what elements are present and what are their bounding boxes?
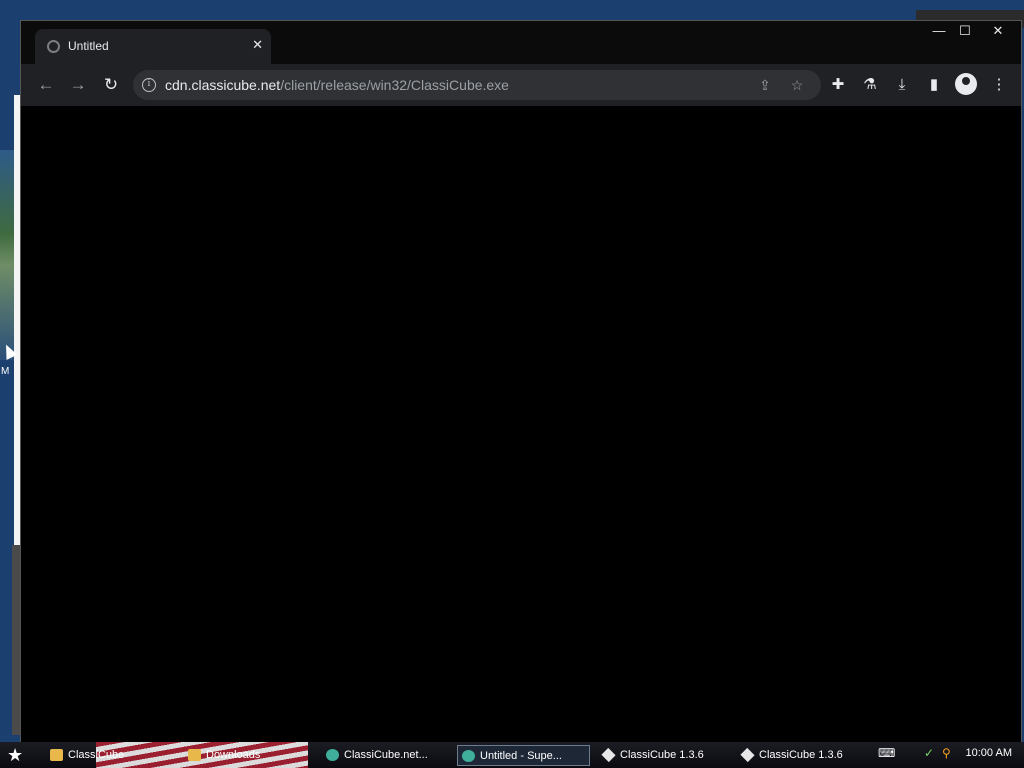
url-text[interactable]: cdn.classicube.net/client/release/win32/… (165, 77, 509, 93)
taskbar-item-label: Downloads (206, 749, 261, 761)
tab-title: Untitled (68, 39, 109, 53)
clock[interactable]: 10:00 AM (966, 747, 1012, 759)
network-icon[interactable]: ✓ (924, 746, 934, 760)
taskbar-item-classicube-game-2[interactable]: ClassiCube 1.3.6 (737, 745, 869, 766)
page-content (21, 106, 1021, 743)
taskbar-item-untitled-browser[interactable]: Untitled - Supe... (457, 745, 590, 766)
tab-strip: Untitled ✕ — ☐ ✕ (21, 21, 1021, 64)
taskbar-item-label: ClassiCube 1.3.6 (759, 749, 843, 761)
extensions-icon[interactable]: ✚ (826, 73, 850, 97)
start-button[interactable]: ★ (7, 745, 23, 766)
close-window-button[interactable]: ✕ (982, 21, 1014, 43)
taskbar-item-classicube-net[interactable]: ClassiCube.net... (322, 745, 452, 766)
search-icon[interactable]: ⚲ (942, 746, 951, 760)
taskbar-item-label: Untitled - Supe... (480, 750, 562, 762)
share-icon[interactable]: ⇪ (755, 75, 775, 95)
taskbar-item-downloads[interactable]: Downloads (184, 745, 314, 766)
globe-icon (47, 40, 60, 53)
browser-icon (326, 749, 339, 761)
tab-untitled[interactable]: Untitled ✕ (35, 29, 271, 64)
toolbar: ← → ↻ i cdn.classicube.net/client/releas… (21, 64, 1021, 106)
address-bar[interactable]: i cdn.classicube.net/client/release/win3… (133, 70, 821, 100)
taskbar-item-label: ClassiCube.net... (344, 749, 428, 761)
url-host: cdn.classicube.net (165, 77, 281, 93)
maximize-button[interactable]: ☐ (949, 21, 981, 43)
forward-button[interactable]: → (65, 72, 91, 98)
cube-icon (740, 747, 755, 763)
menu-kebab-icon[interactable]: ⋮ (987, 73, 1011, 97)
taskbar: ★ ClassiCube Downloads ClassiCube.net...… (0, 742, 1024, 768)
back-button[interactable]: ← (33, 72, 59, 98)
close-tab-icon[interactable]: ✕ (252, 37, 263, 53)
folder-icon (188, 749, 201, 761)
taskbar-item-label: ClassiCube (68, 749, 125, 761)
desktop-wallpaper (0, 150, 14, 360)
profile-avatar-icon[interactable] (955, 73, 977, 95)
desktop-icon-label: M (1, 366, 10, 377)
taskbar-item-label: ClassiCube 1.3.6 (620, 749, 704, 761)
url-path: /client/release/win32/ClassiCube.exe (280, 77, 509, 93)
browser-window: Untitled ✕ — ☐ ✕ ← → ↻ i cdn.classicube.… (20, 20, 1022, 743)
site-info-icon[interactable]: i (142, 78, 156, 92)
taskbar-item-classicube-folder[interactable]: ClassiCube (46, 745, 176, 766)
keyboard-icon[interactable]: ⌨ (878, 746, 895, 760)
reload-button[interactable]: ↻ (98, 72, 124, 98)
browser-icon (462, 750, 475, 762)
cube-icon (601, 747, 616, 763)
download-icon[interactable]: ⤓ (890, 73, 914, 97)
bookmark-star-icon[interactable]: ☆ (787, 75, 807, 95)
folder-icon (50, 749, 63, 761)
labs-flask-icon[interactable]: ⚗ (858, 73, 882, 97)
taskbar-item-classicube-game-1[interactable]: ClassiCube 1.3.6 (598, 745, 730, 766)
side-panel-icon[interactable]: ▮ (922, 73, 946, 97)
